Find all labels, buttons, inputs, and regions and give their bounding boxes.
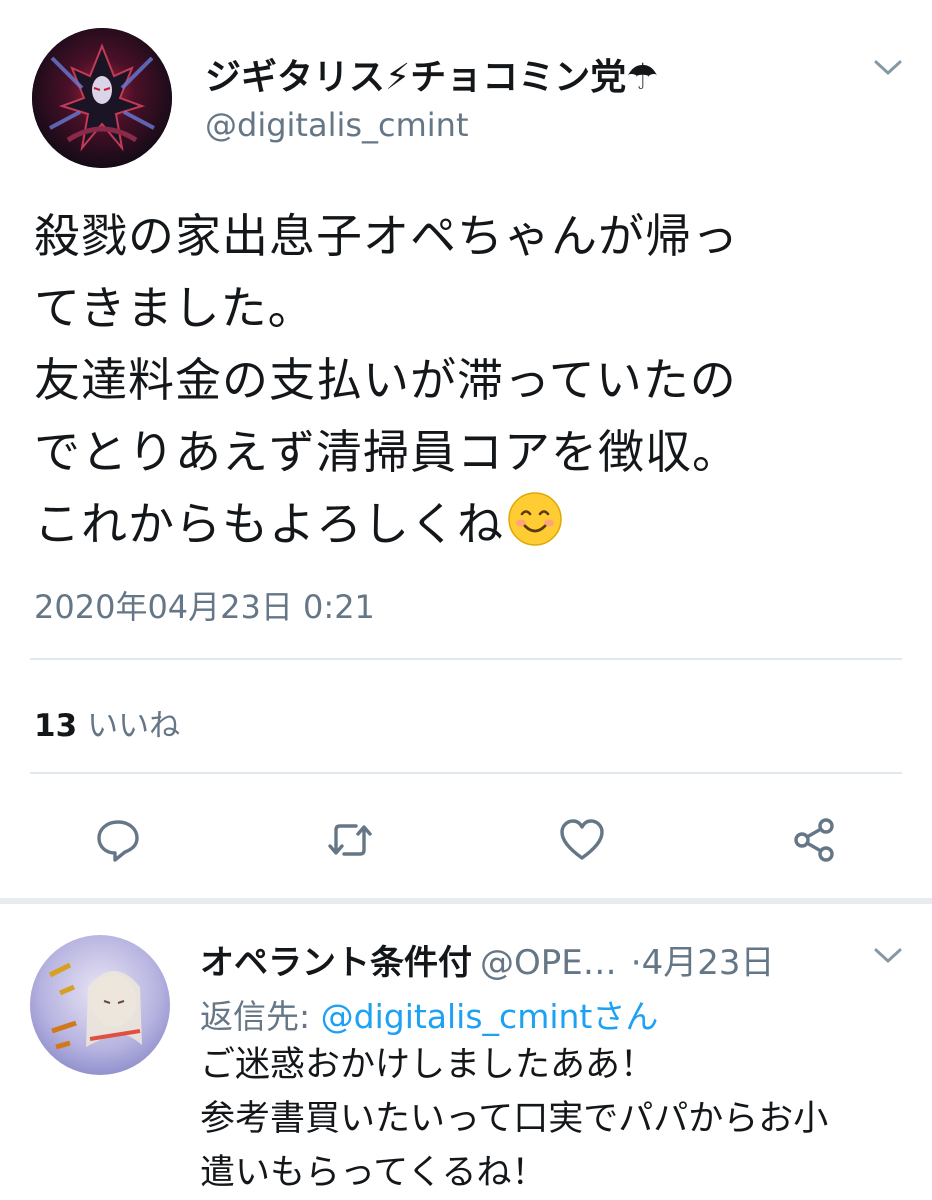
reply-author-name[interactable]: オペラント条件付 bbox=[200, 943, 472, 983]
tweet-detail-page: ジギタリス⚡チョコミン党☂ @digitalis_cmint 殺戮の家出息子オペ… bbox=[0, 0, 932, 1200]
tweet-text-line-last: これからもよろしくね bbox=[34, 488, 914, 560]
tweet-text: 殺戮の家出息子オペちゃんが帰っ てきました。 友達料金の支払いが滞っていたの で… bbox=[34, 200, 914, 560]
reply-author-avatar[interactable] bbox=[30, 935, 170, 1075]
likes-summary[interactable]: 13 いいね bbox=[34, 700, 180, 745]
author-avatar[interactable] bbox=[32, 28, 172, 168]
likes-label: いいね bbox=[87, 708, 181, 744]
share-icon bbox=[794, 818, 834, 862]
likes-count: 13 bbox=[34, 708, 78, 744]
tweet-text-line-text: これからもよろしくね bbox=[34, 497, 504, 551]
reply-date[interactable]: 4月23日 bbox=[642, 943, 775, 983]
author-handle[interactable]: @digitalis_cmint bbox=[205, 106, 469, 144]
reply-author-handle[interactable]: @OPE… bbox=[480, 943, 617, 983]
reply-to-prefix: 返信先: bbox=[200, 997, 311, 1036]
share-button[interactable] bbox=[784, 810, 844, 870]
reply-header: オペラント条件付 @OPE… ·4月23日 bbox=[200, 935, 774, 984]
tweet-text-line: でとりあえず清掃員コアを徴収。 bbox=[34, 425, 739, 479]
avatar-artwork-icon bbox=[30, 935, 170, 1075]
reply-text: ご迷惑おかけしましたああ！ 参考書買いたいって口実でパパからお小 遣いもらってく… bbox=[200, 1038, 920, 1200]
reply-text-line: 遣いもらってくるね！ bbox=[200, 1153, 547, 1193]
reply-button[interactable] bbox=[88, 810, 148, 870]
chevron-down-icon[interactable] bbox=[870, 52, 906, 82]
reply-icon bbox=[97, 820, 139, 862]
retweet-button[interactable] bbox=[320, 810, 380, 870]
like-button[interactable] bbox=[552, 810, 612, 870]
reply-text-line: ご迷惑おかけしましたああ！ bbox=[200, 1045, 656, 1085]
smiling-face-emoji-icon bbox=[506, 490, 564, 548]
divider bbox=[30, 658, 902, 660]
chevron-down-icon[interactable] bbox=[870, 940, 906, 970]
tweet-timestamp[interactable]: 2020年04月23日 0:21 bbox=[34, 582, 375, 628]
reply-separator: · bbox=[630, 943, 642, 983]
section-separator bbox=[0, 898, 932, 904]
reply-to-line: 返信先: @digitalis_cmintさん bbox=[200, 990, 658, 1038]
tweet-text-line: 友達料金の支払いが滞っていたの bbox=[34, 353, 737, 407]
retweet-icon bbox=[328, 824, 372, 856]
reply-to-mention-link[interactable]: @digitalis_cmintさん bbox=[321, 997, 659, 1036]
tweet-text-line: てきました。 bbox=[34, 281, 315, 335]
reply-text-line: 参考書買いたいって口実でパパからお小 bbox=[200, 1099, 829, 1139]
tweet-text-line: 殺戮の家出息子オペちゃんが帰っ bbox=[34, 209, 739, 263]
heart-icon bbox=[560, 819, 604, 860]
avatar-artwork-icon bbox=[32, 28, 172, 168]
divider bbox=[30, 772, 902, 774]
tweet-action-bar bbox=[0, 810, 932, 870]
author-display-name[interactable]: ジギタリス⚡チョコミン党☂ bbox=[205, 48, 659, 100]
